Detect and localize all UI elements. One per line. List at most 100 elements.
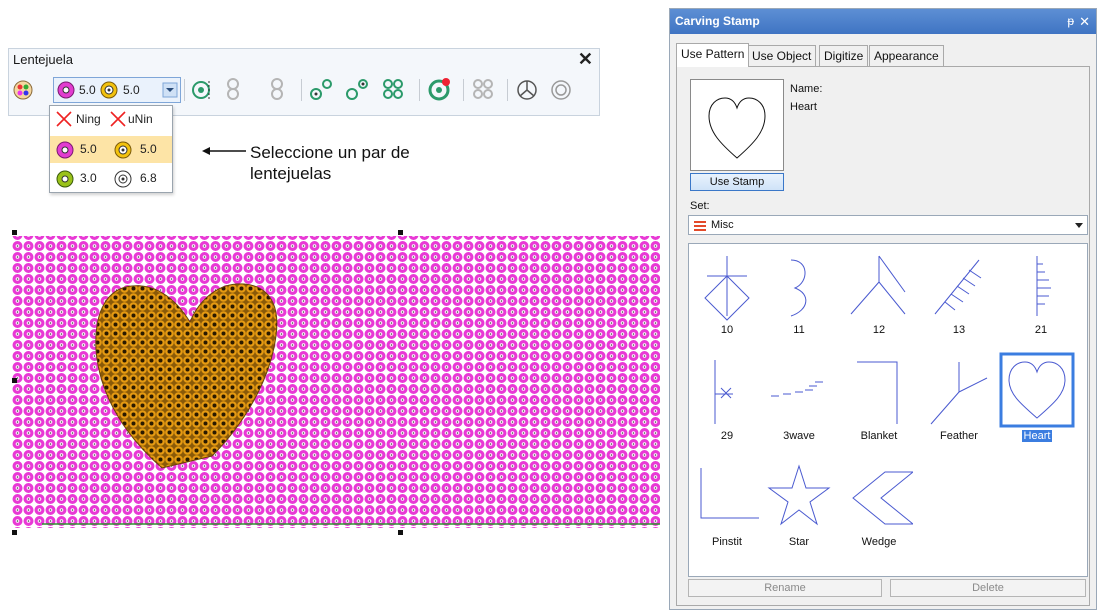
tab-digitize[interactable]: Digitize [819, 45, 869, 67]
stamp-label: 3wave [783, 430, 815, 442]
tab-use-pattern[interactable]: Use Pattern [676, 43, 750, 67]
set-value: Misc [711, 219, 734, 231]
none-icon [56, 111, 72, 127]
stamp-item[interactable]: 13 [925, 246, 993, 342]
stamp-item[interactable]: Feather [925, 352, 993, 448]
selection-handle[interactable] [12, 530, 17, 535]
toolbar-separator [301, 79, 302, 101]
sequin-square-icon[interactable] [471, 77, 495, 101]
dropdown-item-green-white[interactable]: 3.0 6.8 [50, 165, 172, 192]
stamp-item-selected[interactable]: Heart [999, 352, 1075, 448]
use-stamp-button[interactable]: Use Stamp [690, 173, 784, 191]
annotation-text: Seleccione un par de lentejuelas [250, 143, 410, 183]
stamp-label: Wedge [861, 536, 897, 548]
sequin-curve-icon[interactable] [309, 77, 333, 101]
dropdown-item-pink-gold[interactable]: 5.0 5.0 [50, 136, 172, 163]
none-icon [110, 111, 126, 127]
stamp-label: 21 [1034, 324, 1048, 336]
sequin-pair-icon[interactable] [221, 77, 245, 101]
white-sequin-icon [114, 170, 132, 188]
toolbar-separator [419, 79, 420, 101]
stamp-item[interactable]: 12 [845, 246, 913, 342]
stamp-label: Blanket [860, 430, 898, 442]
heart-preview-icon [708, 97, 766, 159]
chevron-down-icon[interactable] [1075, 223, 1083, 229]
stamp-label: Pinstit [712, 536, 742, 548]
delete-button[interactable]: Delete [890, 579, 1086, 597]
stamp-12-icon [850, 255, 906, 315]
sequin-palette-icon[interactable] [11, 77, 35, 101]
stamp-pinstit-icon [700, 468, 759, 519]
pair-right-value: 5.0 [123, 83, 140, 97]
stamp-21-icon [1036, 256, 1051, 316]
set-label: Set: [690, 200, 710, 212]
stamp-10-icon [704, 256, 750, 321]
stamp-3wave-icon [771, 381, 823, 397]
dropdown-item-none[interactable]: Ning uNin [50, 106, 172, 133]
sequin-pair-combo[interactable]: 5.0 5.0 [53, 77, 181, 103]
gold-sequin-icon [100, 81, 118, 99]
close-icon[interactable]: ✕ [1079, 9, 1090, 34]
dropdown-item-left: 3.0 [80, 171, 97, 185]
dropdown-item-right: uNin [128, 112, 153, 126]
pink-sequin-icon [57, 81, 75, 99]
dropdown-item-right: 5.0 [140, 142, 157, 156]
stamp-item[interactable]: Star [765, 458, 833, 554]
sequin-step-icon[interactable] [345, 77, 369, 101]
stamp-item[interactable]: 3wave [765, 352, 833, 448]
stamp-item[interactable]: Pinstit [693, 458, 761, 554]
pink-sequin-icon [56, 141, 74, 159]
stamp-item[interactable]: 21 [1007, 246, 1075, 342]
stamp-11-icon [790, 259, 807, 317]
stamp-blanket-icon [857, 361, 898, 424]
stamp-label: Star [788, 536, 810, 548]
name-label: Name: [790, 83, 823, 95]
dropdown-item-left: 5.0 [80, 142, 97, 156]
green-sequin-icon [56, 170, 74, 188]
stamp-heart-icon [999, 352, 1075, 428]
stamp-item[interactable]: 11 [765, 246, 833, 342]
name-value: Heart [790, 101, 817, 113]
pair-left-value: 5.0 [79, 83, 96, 97]
rename-button[interactable]: Rename [688, 579, 882, 597]
sequin-double-icon[interactable] [265, 77, 289, 101]
carving-stamp-panel: Carving Stamp ᵽ ✕ Use Pattern Use Object… [669, 8, 1097, 610]
misc-set-icon [694, 221, 706, 231]
sequin-run-icon[interactable] [189, 77, 213, 101]
stamp-label: 13 [952, 324, 966, 336]
pin-icon[interactable]: ᵽ [1067, 9, 1074, 34]
chevron-down-icon[interactable] [162, 82, 178, 98]
selection-handle[interactable] [12, 230, 17, 235]
tab-use-object[interactable]: Use Object [747, 45, 817, 67]
stamp-item[interactable]: Blanket [845, 352, 913, 448]
sequin-settings-icon[interactable] [549, 77, 573, 101]
stamp-feather-icon [930, 362, 988, 425]
selection-handle[interactable] [398, 530, 403, 535]
stamp-item[interactable]: 10 [693, 246, 761, 342]
stamp-wedge-icon [852, 471, 913, 525]
tab-appearance[interactable]: Appearance [869, 45, 944, 67]
close-icon[interactable]: ✕ [578, 49, 593, 69]
toolbar-separator [507, 79, 508, 101]
stamp-item[interactable]: Wedge [845, 458, 913, 554]
set-select[interactable]: Misc [688, 215, 1088, 235]
sequin-tack-icon[interactable] [515, 77, 539, 101]
sequin-stack-icon[interactable] [381, 77, 405, 101]
stamp-preview [690, 79, 784, 171]
toolbar-title: Lentejuela [13, 52, 73, 67]
stamp-item[interactable]: 29 [693, 352, 761, 448]
design-canvas[interactable] [12, 230, 660, 536]
selection-handle[interactable] [12, 378, 17, 383]
annotation-arrow-icon [202, 147, 246, 155]
stamp-gallery: 10 11 12 13 21 29 3wave Blanket Feather … [688, 243, 1088, 577]
stamp-star-icon [767, 464, 831, 526]
stamp-label: 12 [872, 324, 886, 336]
selection-handle[interactable] [398, 230, 403, 235]
panel-title: Carving Stamp [670, 9, 1096, 34]
sequin-pair-dropdown: Ning uNin 5.0 5.0 3.0 6.8 [49, 105, 173, 193]
dropdown-item-right: 6.8 [140, 171, 157, 185]
stamp-13-icon [934, 259, 982, 315]
stamp-label: Heart [1021, 430, 1053, 442]
sequin-drop-icon[interactable] [427, 77, 451, 101]
stamp-label: 11 [793, 324, 805, 336]
